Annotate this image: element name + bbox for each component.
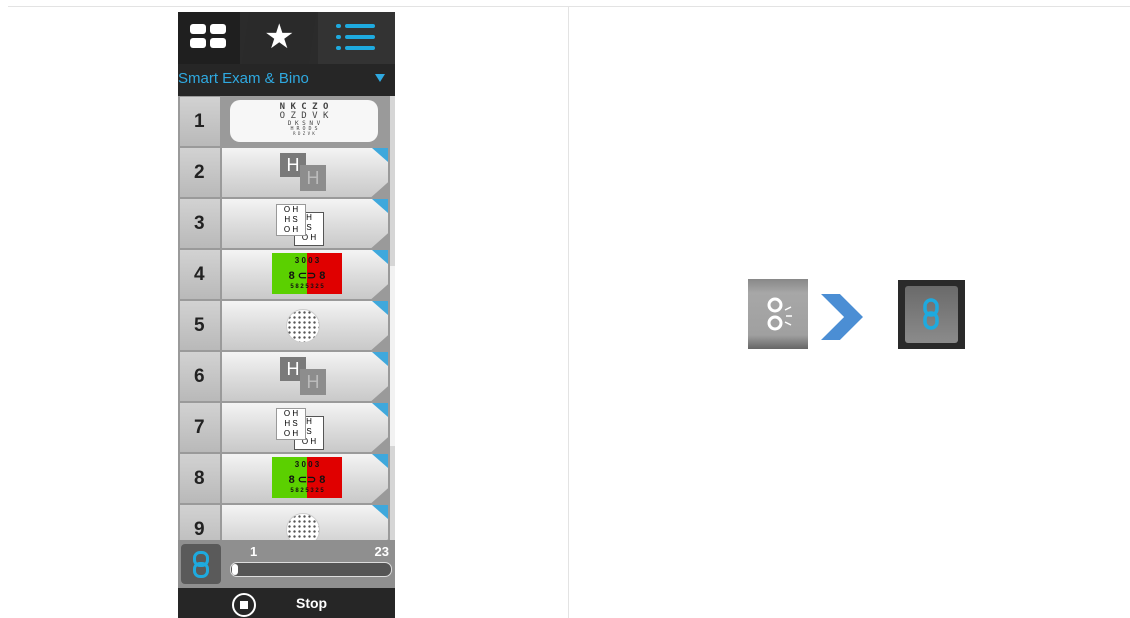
table-top-border [8, 6, 1130, 7]
fixation-chart-thumbnail: H S O H O H H S O H [276, 204, 336, 246]
unlink-button-illustration [748, 279, 808, 349]
corner-fold-icon [372, 250, 388, 264]
unlink-icon [767, 297, 792, 331]
link-icon [923, 298, 939, 330]
dropdown-arrow-icon [375, 74, 385, 82]
link-button[interactable] [181, 544, 221, 584]
test-number: 7 [180, 403, 220, 452]
test-number: 9 [180, 505, 220, 540]
red-green-chart-thumbnail: 3 0 0 3 8 ⊂⊃ 8 5 8 2 5 3 2 5 [272, 253, 342, 294]
corner-fold-icon [372, 454, 388, 468]
test-row-8[interactable]: 8 3 0 0 3 8 ⊂⊃ 8 5 8 2 5 3 2 5 [178, 453, 395, 504]
test-list: 1 N K C Z O O Z D V K D K S N V H R O D … [178, 96, 395, 540]
test-row-5[interactable]: 5 [178, 300, 395, 351]
chevron-right-icon [821, 294, 863, 340]
tab-grid[interactable] [178, 12, 240, 64]
program-dropdown[interactable]: Smart Exam & Bino [178, 64, 395, 96]
corner-fold-icon [372, 505, 388, 519]
progress-slider[interactable] [230, 562, 392, 577]
corner-fold-icon [372, 199, 388, 213]
test-row-2[interactable]: 2 HH [178, 147, 395, 198]
table-column-divider [568, 6, 569, 618]
corner-fold-icon [372, 301, 388, 315]
h-chart-thumbnail: HH [280, 153, 338, 193]
test-row-6[interactable]: 6 HH [178, 351, 395, 402]
progress-fill [232, 564, 238, 575]
link-icon [193, 551, 209, 578]
dot-chart-thumbnail [286, 513, 320, 540]
stop-button[interactable]: Stop [178, 588, 395, 618]
star-icon: ★ [264, 18, 295, 56]
test-row-1[interactable]: 1 N K C Z O O Z D V K D K S N V H R O D … [178, 96, 395, 147]
test-number: 1 [180, 97, 220, 146]
test-number: 8 [180, 454, 220, 503]
program-label: Smart Exam & Bino [178, 70, 309, 87]
progress-area: 1 23 [178, 540, 395, 588]
test-number: 3 [180, 199, 220, 248]
grid-icon [190, 24, 228, 50]
test-row-7[interactable]: 7 H S O H O H H S O H [178, 402, 395, 453]
device-panel: ★ Smart Exam & Bino 1 N K C Z O O Z D V … [178, 12, 395, 618]
stop-icon [232, 593, 256, 617]
red-green-chart-thumbnail: 3 0 0 3 8 ⊂⊃ 8 5 8 2 5 3 2 5 [272, 457, 342, 498]
test-number: 2 [180, 148, 220, 197]
list-icon [336, 24, 382, 52]
stop-label: Stop [296, 595, 328, 611]
progress-end: 23 [374, 544, 389, 559]
corner-fold-icon [372, 148, 388, 162]
test-number: 4 [180, 250, 220, 299]
link-button-illustration [898, 280, 965, 349]
tab-list[interactable] [318, 12, 395, 64]
tab-favorites[interactable]: ★ [242, 12, 316, 64]
test-number: 5 [180, 301, 220, 350]
test-number: 6 [180, 352, 220, 401]
dot-chart-thumbnail [286, 309, 320, 343]
tab-bar: ★ [178, 12, 395, 64]
corner-fold-icon [372, 352, 388, 366]
snellen-chart-thumbnail: N K C Z O O Z D V K D K S N V H R O D S … [230, 100, 378, 142]
fixation-chart-thumbnail: H S O H O H H S O H [276, 408, 336, 450]
test-row-4[interactable]: 4 3 0 0 3 8 ⊂⊃ 8 5 8 2 5 3 2 5 [178, 249, 395, 300]
test-row-9[interactable]: 9 [178, 504, 395, 540]
progress-start: 1 [250, 544, 258, 559]
h-chart-thumbnail: HH [280, 357, 338, 397]
corner-fold-icon [372, 403, 388, 417]
test-row-3[interactable]: 3 H S O H O H H S O H [178, 198, 395, 249]
